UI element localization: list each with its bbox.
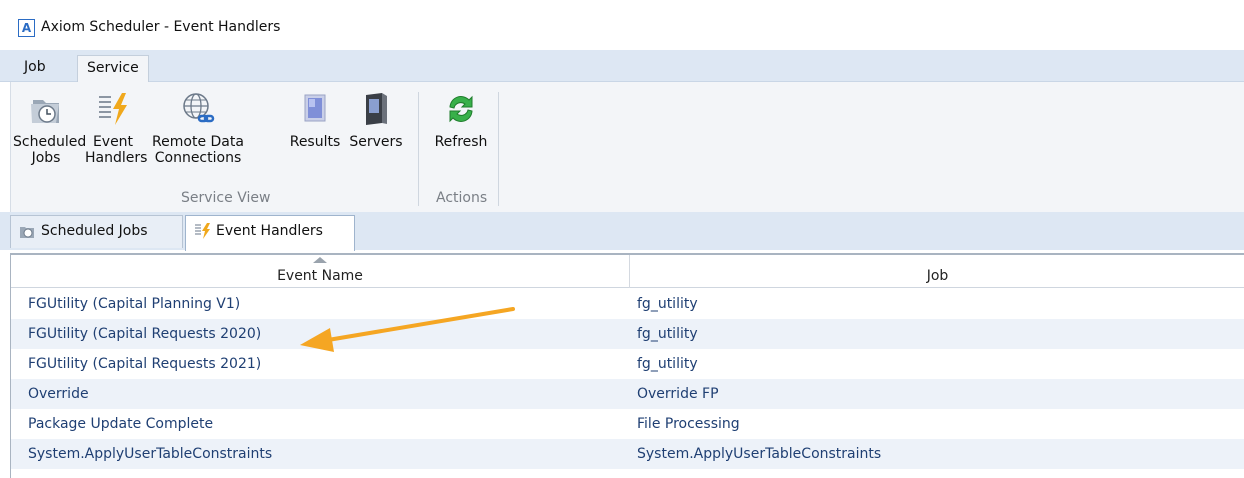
globe-icon bbox=[183, 93, 215, 123]
results-icon bbox=[304, 94, 326, 122]
refresh-icon bbox=[449, 95, 473, 123]
job-cell: File Processing bbox=[637, 416, 740, 432]
servers-label: Servers bbox=[349, 134, 403, 150]
refresh-button[interactable]: Refresh bbox=[431, 90, 491, 150]
scheduled-jobs-icon bbox=[20, 227, 34, 238]
table-row[interactable]: Package Update Complete File Processing bbox=[11, 409, 1244, 439]
remote-data-connections-button[interactable]: Remote Data Connections bbox=[145, 90, 251, 166]
event-handlers-icon bbox=[99, 93, 127, 125]
event-handlers-button[interactable]: Event Handlers bbox=[85, 90, 148, 166]
event-name-cell: Override bbox=[28, 386, 89, 402]
job-cell: fg_utility bbox=[637, 296, 698, 312]
tab-scheduled-jobs-label: Scheduled Jobs bbox=[41, 223, 148, 239]
ribbon-group-service-view: Service View bbox=[181, 190, 271, 206]
servers-button[interactable]: Servers bbox=[345, 90, 407, 150]
tab-scheduled-jobs[interactable]: Scheduled Jobs bbox=[10, 215, 183, 248]
ribbon: Scheduled Jobs Event Handlers Remote Dat… bbox=[10, 82, 1244, 212]
document-tab-strip: Scheduled Jobs Event Handlers bbox=[0, 212, 1244, 251]
job-cell: fg_utility bbox=[637, 356, 698, 372]
refresh-label: Refresh bbox=[434, 134, 488, 150]
table-row[interactable]: Override Override FP bbox=[11, 379, 1244, 409]
job-cell: Override FP bbox=[637, 386, 719, 402]
scheduled-jobs-icon bbox=[31, 100, 59, 123]
menu-tab-job[interactable]: Job bbox=[15, 55, 55, 82]
ribbon-group-separator bbox=[498, 92, 499, 206]
column-header-job-label: Job bbox=[926, 268, 949, 284]
column-header-event-name-label: Event Name bbox=[277, 268, 363, 284]
event-handlers-label: Event Handlers bbox=[85, 134, 148, 166]
event-handlers-icon bbox=[195, 223, 210, 239]
column-header-event-name[interactable]: Event Name bbox=[11, 255, 630, 288]
sort-ascending-icon bbox=[313, 257, 327, 263]
table-row[interactable]: FGUtility (Capital Requests 2020) fg_uti… bbox=[11, 319, 1244, 349]
scheduled-jobs-button[interactable]: Scheduled Jobs bbox=[13, 90, 87, 166]
event-handlers-grid: Event Name Job FGUtility (Capital Planni… bbox=[10, 253, 1244, 478]
table-row[interactable]: FGUtility (Capital Requests 2021) fg_uti… bbox=[11, 349, 1244, 379]
menu-tab-service[interactable]: Service bbox=[77, 55, 149, 83]
event-name-cell: FGUtility (Capital Requests 2020) bbox=[28, 326, 262, 342]
event-name-cell: Package Update Complete bbox=[28, 416, 214, 432]
ribbon-group-separator bbox=[418, 92, 419, 206]
table-row[interactable]: System.ApplyUserTableConstraints System.… bbox=[11, 439, 1244, 469]
results-label: Results bbox=[289, 134, 341, 150]
window-title: Axiom Scheduler - Event Handlers bbox=[41, 19, 281, 35]
event-name-cell: FGUtility (Capital Requests 2021) bbox=[28, 356, 262, 372]
server-icon bbox=[366, 93, 387, 125]
grid-header: Event Name Job bbox=[11, 255, 1244, 288]
scheduled-jobs-label: Scheduled Jobs bbox=[13, 134, 87, 166]
results-button[interactable]: Results bbox=[287, 90, 343, 150]
app-logo-icon: A bbox=[18, 19, 35, 37]
column-header-job[interactable]: Job bbox=[630, 255, 1244, 288]
remote-data-connections-label: Remote Data Connections bbox=[152, 134, 244, 166]
menu-bar: Job Service bbox=[0, 50, 1244, 83]
table-row[interactable]: FGUtility (Capital Planning V1) fg_utili… bbox=[11, 289, 1244, 319]
event-name-cell: System.ApplyUserTableConstraints bbox=[28, 446, 273, 462]
job-cell: fg_utility bbox=[637, 326, 698, 342]
job-cell: System.ApplyUserTableConstraints bbox=[637, 446, 882, 462]
ribbon-group-actions: Actions bbox=[436, 190, 488, 206]
tab-event-handlers[interactable]: Event Handlers bbox=[185, 215, 355, 251]
title-bar: A Axiom Scheduler - Event Handlers bbox=[0, 0, 1244, 50]
event-name-cell: FGUtility (Capital Planning V1) bbox=[28, 296, 241, 312]
tab-event-handlers-label: Event Handlers bbox=[216, 223, 323, 239]
